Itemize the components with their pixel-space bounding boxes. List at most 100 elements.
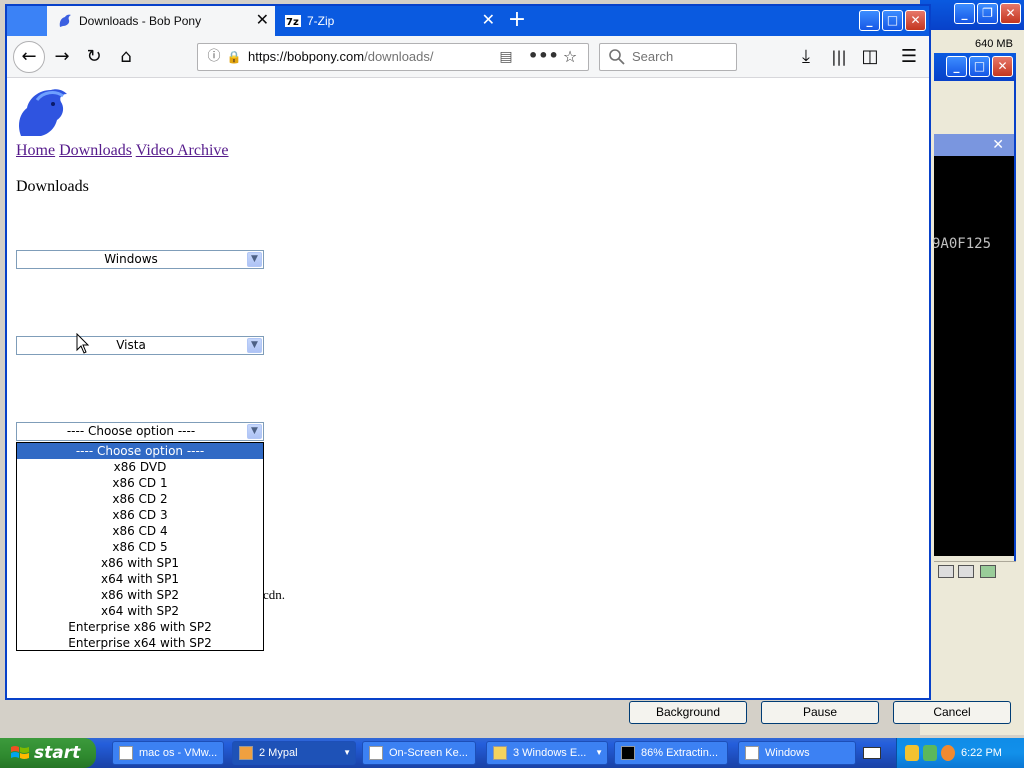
dropdown-option[interactable]: x64 with SP1 <box>17 571 263 587</box>
chevron-down-icon[interactable]: ▼ <box>247 424 262 439</box>
tab-bar: Downloads - Bob Pony ✕ 7z 7-Zip ✕ + _ □ … <box>7 6 929 36</box>
search-input[interactable]: Search <box>632 44 673 70</box>
console-text: 9A0F125 <box>932 236 992 252</box>
dropdown-option[interactable]: x86 with SP2 <box>17 587 263 603</box>
status-bar <box>934 561 1016 581</box>
close-icon[interactable]: ✕ <box>992 56 1013 77</box>
info-icon[interactable]: ⓘ <box>204 47 224 67</box>
dropdown-option[interactable]: x86 CD 4 <box>17 523 263 539</box>
close-icon[interactable]: ✕ <box>1000 3 1021 24</box>
tab-label: Downloads - Bob Pony <box>79 14 202 28</box>
dropdown-option[interactable]: Enterprise x64 with SP2 <box>17 635 263 651</box>
7zip-favicon-icon: 7z <box>285 15 301 28</box>
dropdown-option[interactable]: ---- Choose option ---- <box>17 443 263 459</box>
partially-hidden-text: cdn. <box>263 587 286 602</box>
close-icon[interactable]: ✕ <box>992 136 1004 154</box>
usb-icon[interactable] <box>980 565 996 578</box>
nav-link-video-archive[interactable]: Video Archive <box>136 142 229 159</box>
start-label: start <box>34 743 81 763</box>
taskbar-item-mypal[interactable]: 2 Mypal ▼ <box>232 741 356 765</box>
forward-arrow-icon[interactable]: → <box>49 44 75 70</box>
new-tab-icon[interactable]: + <box>505 6 529 34</box>
dropdown-option[interactable]: x86 CD 3 <box>17 507 263 523</box>
search-bar[interactable]: Search <box>599 43 737 71</box>
bookmark-star-icon[interactable]: ☆ <box>560 47 580 67</box>
network-icon[interactable] <box>923 745 937 761</box>
dropdown-option[interactable]: x86 CD 2 <box>17 491 263 507</box>
windows-logo-icon <box>11 746 29 759</box>
search-icon[interactable] <box>941 745 955 761</box>
sidebar-icon[interactable]: ◫ <box>857 44 883 70</box>
tab-7zip[interactable]: 7z 7-Zip ✕ <box>275 6 501 36</box>
taskbar-item-windows[interactable]: Windows <box>738 741 856 765</box>
taskbar-item-7zip-extract[interactable]: 86% Extractin... <box>614 741 728 765</box>
folder-icon <box>493 746 507 760</box>
url-text[interactable]: https://bobpony.com/downloads/ <box>248 44 434 70</box>
background-window-titlebar: _ ❐ ✕ <box>920 0 1024 30</box>
taskbar-item-windows-explorer[interactable]: 3 Windows E... ▼ <box>486 741 608 765</box>
library-icon[interactable]: ||| <box>826 44 852 70</box>
dropdown-option[interactable]: x64 with SP2 <box>17 603 263 619</box>
close-tab-icon[interactable]: ✕ <box>256 6 269 36</box>
maximize-icon[interactable]: □ <box>969 56 990 77</box>
pause-button[interactable]: Pause <box>761 701 879 724</box>
system-tray: 6:22 PM <box>896 738 1024 768</box>
page-heading: Downloads <box>16 178 89 195</box>
taskbar-item-label: 3 Windows E... <box>513 747 587 759</box>
svg-text:7z: 7z <box>286 17 299 28</box>
lock-icon[interactable]: 🔒 <box>226 47 242 67</box>
site-nav: Home Downloads Video Archive <box>16 142 229 160</box>
edition-select[interactable]: ---- Choose option ---- ▼ <box>16 422 264 441</box>
keyboard-icon <box>369 746 383 760</box>
chevron-down-icon[interactable]: ▼ <box>247 338 262 353</box>
version-select[interactable]: Vista ▼ <box>16 336 264 355</box>
home-icon[interactable]: ⌂ <box>113 44 139 70</box>
pony-logo-icon[interactable] <box>15 86 69 138</box>
taskbar-item-onscreen-keyboard[interactable]: On-Screen Ke... <box>362 741 476 765</box>
dropdown-option[interactable]: x86 DVD <box>17 459 263 475</box>
menu-icon[interactable]: ☰ <box>896 44 922 70</box>
pony-favicon-icon <box>59 14 71 27</box>
navigation-toolbar: ← → ↻ ⌂ ⓘ 🔒 https://bobpony.com/download… <box>7 36 929 78</box>
dropdown-option[interactable]: x86 CD 5 <box>17 539 263 555</box>
page-actions-icon[interactable]: ••• <box>528 47 559 67</box>
tab-bar-spacer <box>7 6 47 36</box>
tab-label: 7-Zip <box>307 14 335 28</box>
nav-link-home[interactable]: Home <box>16 142 55 159</box>
taskbar-item-label: Windows <box>765 747 810 759</box>
minimize-icon[interactable]: _ <box>946 56 967 77</box>
drive-icon[interactable] <box>938 565 954 578</box>
clock: 6:22 PM <box>961 747 1002 759</box>
reload-icon[interactable]: ↻ <box>81 44 107 70</box>
window-icon <box>745 746 759 760</box>
window-controls: _ □ ✕ <box>859 8 929 34</box>
start-button[interactable]: start <box>0 738 96 768</box>
dropdown-option[interactable]: x86 with SP1 <box>17 555 263 571</box>
minimize-icon[interactable]: _ <box>954 3 975 24</box>
taskbar-item-vmware[interactable]: mac os - VMw... <box>112 741 224 765</box>
cancel-button[interactable]: Cancel <box>893 701 1011 724</box>
taskbar-item-label: 2 Mypal <box>259 747 298 759</box>
background-button[interactable]: Background <box>629 701 747 724</box>
close-icon[interactable]: ✕ <box>905 10 926 31</box>
reader-view-icon[interactable]: ▤ <box>496 47 516 67</box>
select-value: Windows <box>104 252 158 266</box>
taskbar-item-label: On-Screen Ke... <box>389 747 468 759</box>
nav-link-downloads[interactable]: Downloads <box>59 142 132 159</box>
tab-downloads[interactable]: Downloads - Bob Pony ✕ <box>47 6 275 36</box>
close-tab-icon[interactable]: ✕ <box>482 6 495 36</box>
keyboard-layout-icon[interactable] <box>863 747 881 759</box>
chevron-down-icon[interactable]: ▼ <box>247 252 262 267</box>
back-arrow-icon[interactable]: ← <box>13 41 45 73</box>
dropdown-option[interactable]: x86 CD 1 <box>17 475 263 491</box>
restore-icon[interactable]: ❐ <box>977 3 998 24</box>
dropdown-option[interactable]: Enterprise x86 with SP2 <box>17 619 263 635</box>
os-select[interactable]: Windows ▼ <box>16 250 264 269</box>
downloads-icon[interactable]: ⤓ <box>793 44 819 70</box>
network-icon[interactable] <box>958 565 974 578</box>
url-bar[interactable]: ⓘ 🔒 https://bobpony.com/downloads/ ▤ •••… <box>197 43 589 71</box>
minimize-icon[interactable]: _ <box>859 10 880 31</box>
select-value: ---- Choose option ---- <box>66 424 196 438</box>
security-shield-icon[interactable] <box>905 745 919 761</box>
maximize-icon[interactable]: □ <box>882 10 903 31</box>
